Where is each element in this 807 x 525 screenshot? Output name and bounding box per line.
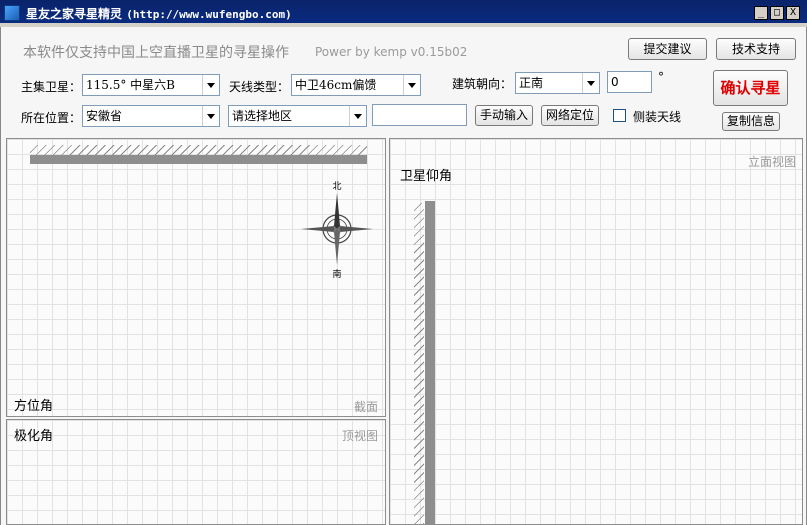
wall-bar [30, 155, 367, 164]
orientation-select[interactable]: 正南 [515, 72, 600, 94]
chevron-down-icon[interactable] [403, 75, 420, 95]
wall-bar [425, 201, 435, 524]
close-button[interactable]: X [786, 6, 800, 20]
chevron-down-icon[interactable] [582, 73, 599, 93]
orientation-label: 建筑朝向： [452, 77, 513, 91]
app-icon [4, 5, 20, 21]
elevation-panel: 卫星仰角 立面视图 [389, 138, 803, 525]
minimize-button[interactable]: _ [754, 6, 768, 20]
province-select-value: 安徽省 [86, 109, 123, 123]
compass-south: 南 [332, 268, 341, 279]
antenna-select[interactable]: 中卫46cm偏馈 [291, 74, 421, 96]
wall-hatch [414, 203, 424, 524]
maximize-button[interactable]: □ [770, 6, 784, 20]
feedback-button[interactable]: 提交建议 [628, 38, 707, 60]
location-custom-input[interactable] [372, 104, 467, 126]
province-select[interactable]: 安徽省 [82, 105, 220, 127]
region-select[interactable]: 请选择地区 [228, 105, 367, 127]
region-select-value: 请选择地区 [232, 109, 293, 123]
side-mount-label: 侧装天线 [633, 110, 682, 124]
wall-hatch [30, 145, 367, 155]
support-button[interactable]: 技术支持 [716, 38, 796, 60]
side-mount-checkbox[interactable] [613, 109, 626, 122]
satellite-label: 主集卫星： [21, 80, 82, 94]
satellite-select[interactable]: 115.5° 中星六B [82, 74, 220, 96]
azimuth-tag: 截面 [354, 400, 379, 414]
polarization-tag: 顶视图 [342, 429, 379, 443]
degree-symbol: ° [658, 70, 664, 84]
polarization-panel: 极化角 顶视图 [6, 419, 386, 525]
chevron-down-icon[interactable] [202, 106, 219, 126]
title-bar: 星友之家寻星精灵 (http://www.wufengbo.com) _ □ X [0, 0, 807, 27]
network-locate-button[interactable]: 网络定位 [541, 105, 599, 126]
manual-input-button[interactable]: 手动输入 [475, 105, 533, 126]
satellite-select-value: 115.5° 中星六B [86, 78, 175, 92]
location-label: 所在位置： [21, 111, 82, 125]
window-title-url: (http://www.wufengbo.com) [126, 8, 292, 21]
elevation-title: 卫星仰角 [400, 169, 453, 184]
orientation-degree-input[interactable]: 0 [607, 71, 652, 93]
version-text: Power by kemp v0.15b02 [315, 45, 468, 59]
window-title: 星友之家寻星精灵 (http://www.wufengbo.com) [26, 5, 292, 22]
azimuth-panel: 北 南 方位角 截面 [6, 138, 386, 417]
window-title-text: 星友之家寻星精灵 [26, 7, 123, 21]
antenna-select-value: 中卫46cm偏馈 [295, 78, 377, 92]
confirm-search-button[interactable]: 确认寻星 [713, 70, 788, 106]
main-window: 本软件仅支持中国上空直播卫星的寻星操作 Power by kemp v0.15b… [0, 27, 807, 525]
elevation-tag: 立面视图 [748, 155, 797, 169]
azimuth-title: 方位角 [14, 399, 54, 414]
chevron-down-icon[interactable] [349, 106, 366, 126]
compass-icon: 北 南 [301, 181, 373, 279]
polarization-title: 极化角 [14, 429, 54, 444]
orientation-select-value: 正南 [519, 76, 544, 90]
copy-info-button[interactable]: 复制信息 [722, 112, 780, 131]
disclaimer-text: 本软件仅支持中国上空直播卫星的寻星操作 [23, 45, 289, 61]
antenna-label: 天线类型： [229, 80, 290, 94]
chevron-down-icon[interactable] [202, 75, 219, 95]
compass-north: 北 [332, 181, 341, 192]
